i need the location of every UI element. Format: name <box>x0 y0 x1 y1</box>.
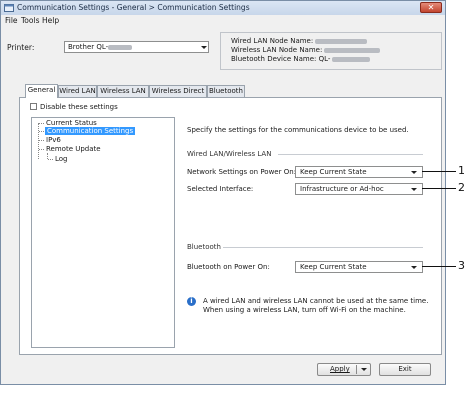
bluetooth-on-power-label: Bluetooth on Power On: <box>187 263 270 271</box>
bluetooth-on-power-select[interactable]: Keep Current State <box>295 261 423 273</box>
settings-tree: Current Status Communication Settings IP… <box>31 117 175 348</box>
chevron-down-icon <box>411 188 417 191</box>
menu-bar: File Tools Help <box>1 15 445 26</box>
tree-item-ipv6[interactable]: IPv6 <box>46 136 61 144</box>
printer-value: Brother QL- <box>68 43 109 51</box>
redacted-value <box>332 56 371 62</box>
tab-bluetooth[interactable]: Bluetooth <box>207 85 245 97</box>
redacted-value <box>324 47 381 53</box>
apply-button[interactable]: Apply <box>317 363 371 376</box>
tree-item-log[interactable]: Log <box>55 155 68 163</box>
page-background <box>0 385 475 400</box>
title-bar: Communication Settings - General > Commu… <box>1 1 445 16</box>
window-icon <box>4 4 14 12</box>
menu-file[interactable]: File <box>5 16 18 25</box>
split-divider <box>356 365 357 374</box>
selected-interface-value: Infrastructure or Ad-hoc <box>300 185 384 193</box>
wireless-lan-node-label: Wireless LAN Node Name: <box>231 46 323 54</box>
bluetooth-device-label: Bluetooth Device Name: QL- <box>231 55 331 63</box>
description-text: Specify the settings for the communicati… <box>187 126 409 134</box>
window-title: Communication Settings - General > Commu… <box>17 3 250 12</box>
bluetooth-on-power-value: Keep Current State <box>300 263 367 271</box>
section-bluetooth: Bluetooth <box>187 243 221 251</box>
exit-button[interactable]: Exit <box>379 363 431 376</box>
note-line-2: When using a wireless LAN, turn off Wi-F… <box>203 306 406 314</box>
printer-select[interactable]: Brother QL- <box>64 41 209 53</box>
section-divider <box>223 247 423 248</box>
callout-line-1 <box>422 171 456 172</box>
tab-general[interactable]: General <box>25 84 58 98</box>
info-icon: i <box>187 297 196 306</box>
network-on-power-value: Keep Current State <box>300 168 367 176</box>
note-line-1: A wired LAN and wireless LAN cannot be u… <box>203 297 429 305</box>
tree-line <box>39 131 44 132</box>
tree-line <box>48 159 53 160</box>
tree-line <box>39 149 44 150</box>
network-on-power-label: Network Settings on Power On: <box>187 168 297 176</box>
close-icon: ✕ <box>427 3 435 12</box>
tree-line <box>39 140 44 141</box>
chevron-down-icon[interactable] <box>361 368 367 371</box>
callout-3: 3 <box>458 259 465 272</box>
callout-1: 1 <box>458 164 465 177</box>
disable-settings-checkbox[interactable] <box>30 103 37 110</box>
chevron-down-icon <box>411 171 417 174</box>
redacted-value <box>315 38 368 44</box>
tab-wireless-direct[interactable]: Wireless Direct <box>149 85 207 97</box>
tree-line <box>38 123 39 159</box>
menu-tools[interactable]: Tools <box>21 16 39 25</box>
wired-lan-node-label: Wired LAN Node Name: <box>231 37 314 45</box>
disable-settings-label: Disable these settings <box>40 103 118 111</box>
wired-lan-node-name: Wired LAN Node Name: <box>231 37 368 45</box>
communication-settings-window: Communication Settings - General > Commu… <box>0 0 446 385</box>
wireless-lan-node-name: Wireless LAN Node Name: <box>231 46 381 54</box>
section-divider <box>278 154 423 155</box>
tab-wired-lan[interactable]: Wired LAN <box>58 85 97 97</box>
chevron-down-icon <box>411 266 417 269</box>
close-button[interactable]: ✕ <box>420 2 442 13</box>
bluetooth-device-name: Bluetooth Device Name: QL- <box>231 55 371 63</box>
apply-label: Apply <box>330 365 350 373</box>
menu-help[interactable]: Help <box>42 16 59 25</box>
selected-interface-select[interactable]: Infrastructure or Ad-hoc <box>295 183 423 195</box>
network-on-power-select[interactable]: Keep Current State <box>295 166 423 178</box>
chevron-down-icon <box>201 46 207 49</box>
selected-interface-label: Selected Interface: <box>187 185 254 193</box>
callout-line-2 <box>422 188 456 189</box>
tree-item-communication-settings[interactable]: Communication Settings <box>45 127 136 135</box>
callout-2: 2 <box>458 181 465 194</box>
tab-wireless-lan[interactable]: Wireless LAN <box>97 85 149 97</box>
printer-label: Printer: <box>7 43 35 52</box>
tree-line <box>39 123 44 124</box>
tree-item-remote-update[interactable]: Remote Update <box>46 145 101 153</box>
section-wired-wireless: Wired LAN/Wireless LAN <box>187 150 272 158</box>
printer-model-redacted <box>108 45 132 50</box>
device-info-panel: Wired LAN Node Name: Wireless LAN Node N… <box>220 32 442 70</box>
disable-settings-row[interactable]: Disable these settings <box>30 103 118 111</box>
tree-item-current-status[interactable]: Current Status <box>46 119 97 127</box>
callout-line-3 <box>422 266 456 267</box>
